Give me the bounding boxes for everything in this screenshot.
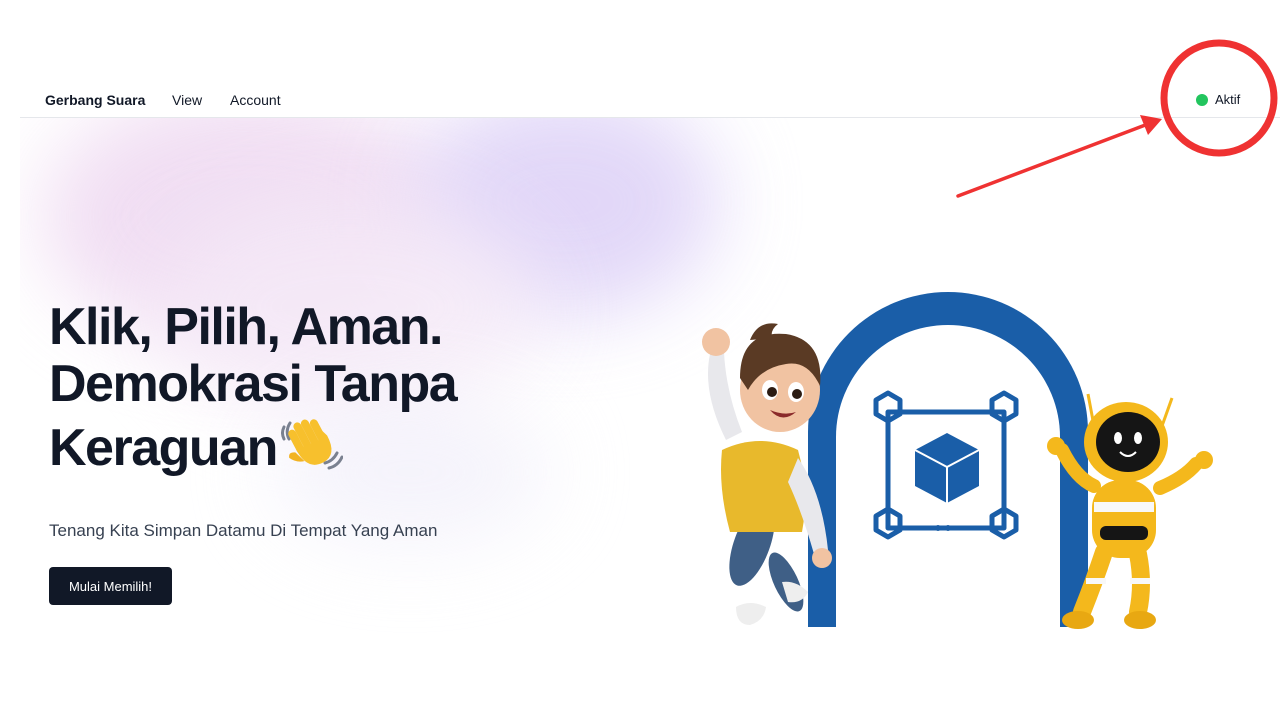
blockchain-arch-icon bbox=[808, 292, 1088, 627]
headline-line-2: Demokrasi Tanpa bbox=[49, 355, 458, 413]
headline-line-3: Keraguan bbox=[49, 419, 278, 477]
hero-subtitle: Tenang Kita Simpan Datamu Di Tempat Yang… bbox=[49, 521, 438, 540]
brand-logo-text[interactable]: Gerbang Suara bbox=[45, 92, 145, 108]
waving-hand-icon bbox=[280, 419, 343, 470]
status-dot-icon bbox=[1196, 93, 1208, 106]
status-label: Aktif bbox=[1215, 92, 1241, 107]
start-voting-button[interactable]: Mulai Memilih! bbox=[49, 567, 172, 605]
top-navbar: Gerbang Suara View Account Aktif bbox=[20, 80, 1280, 118]
nav-link-account[interactable]: Account bbox=[230, 92, 281, 108]
headline-line-3-wrap: Keraguan bbox=[49, 413, 456, 477]
headline-line-1: Klik, Pilih, Aman. bbox=[49, 298, 443, 356]
hero-illustration bbox=[702, 292, 1213, 629]
status-indicator: Aktif bbox=[1196, 92, 1240, 107]
nav-link-view[interactable]: View bbox=[172, 92, 202, 108]
hero-headline: Klik, Pilih, Aman. Demokrasi Tanpa Kerag… bbox=[49, 298, 458, 477]
